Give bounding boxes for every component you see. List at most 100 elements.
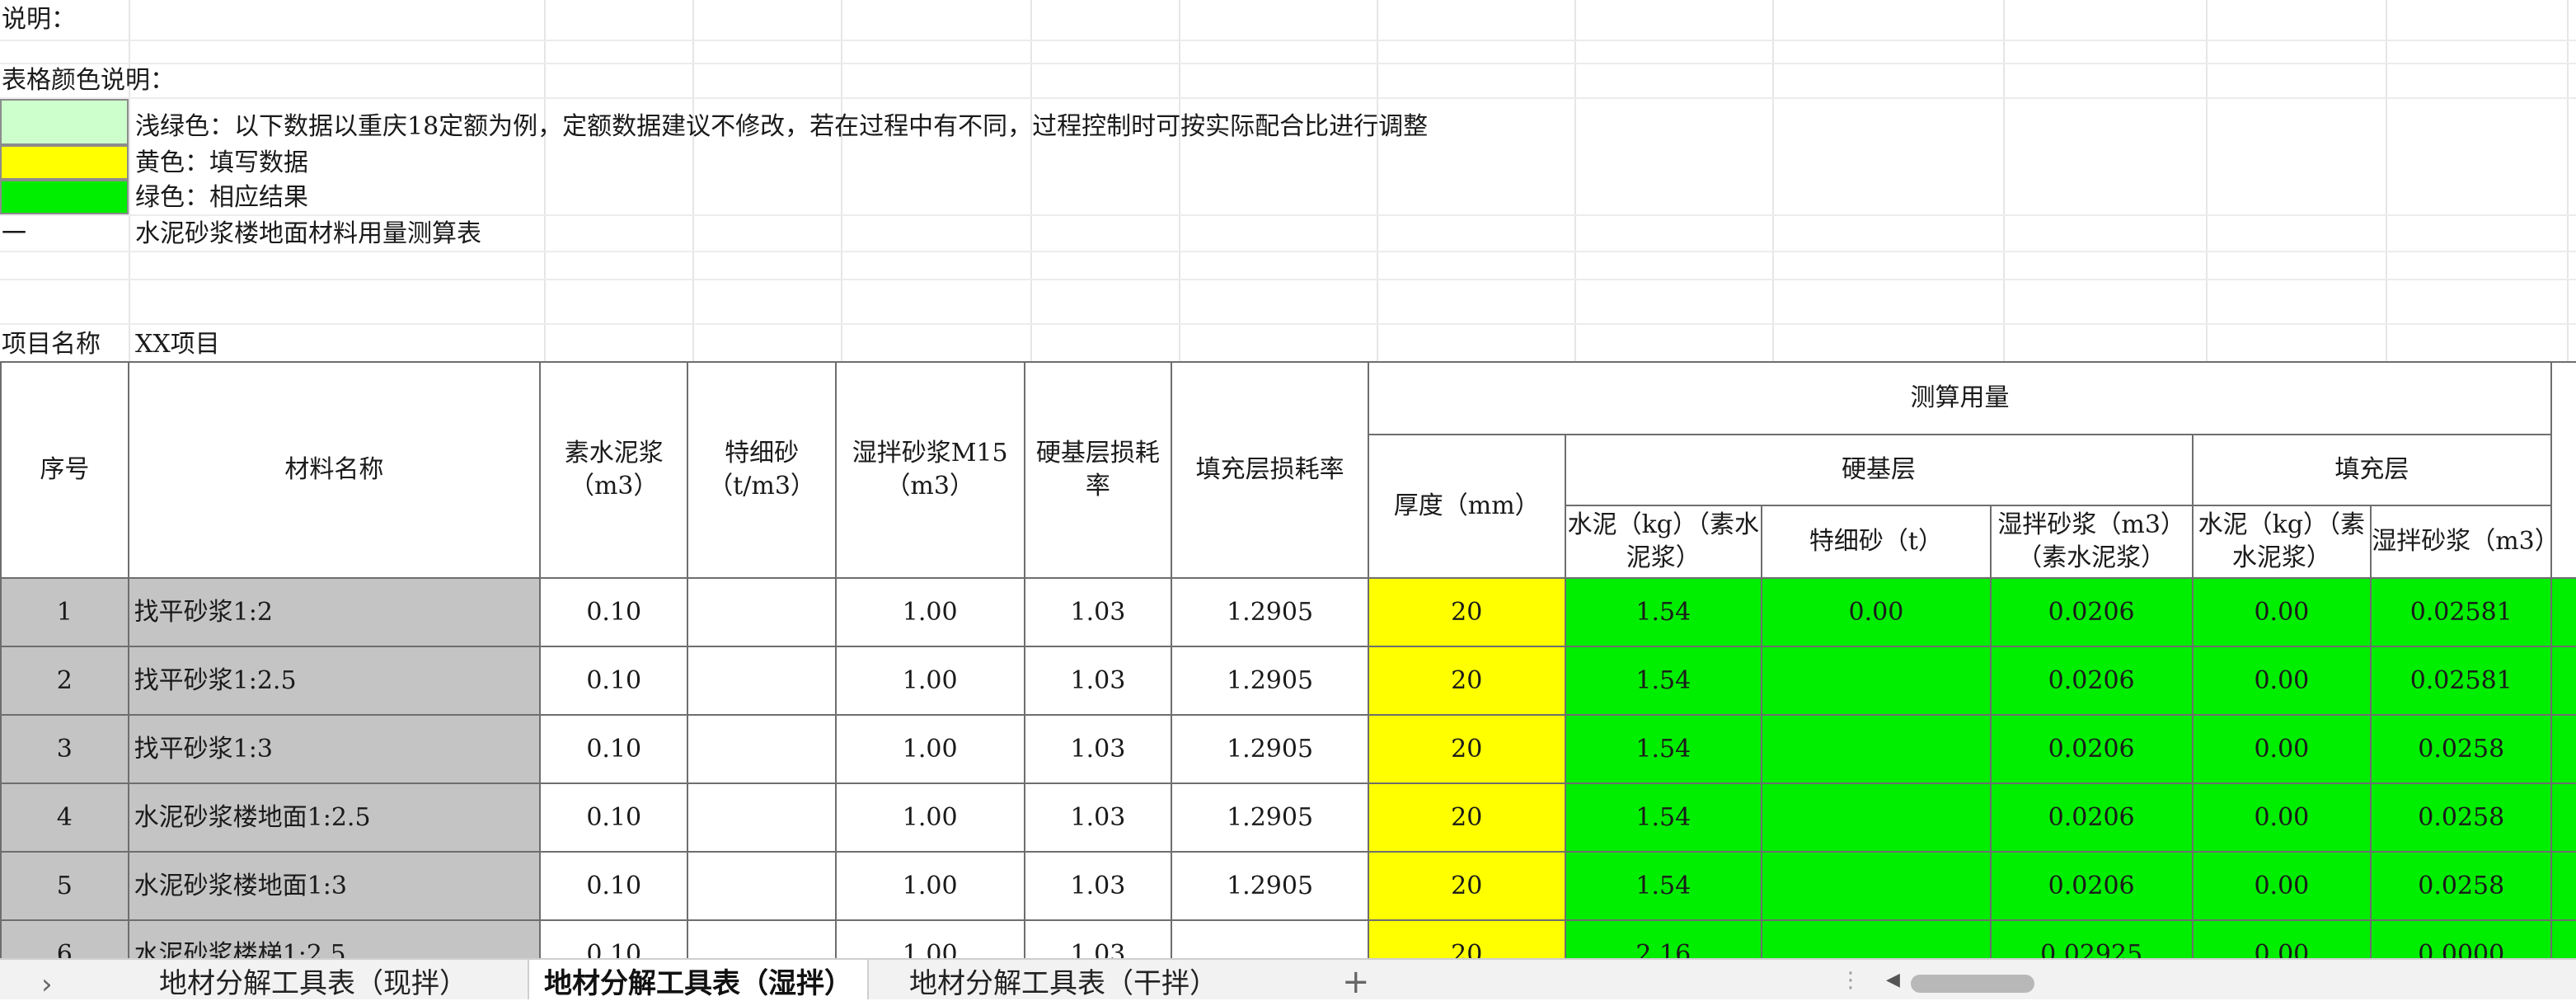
row-hard-sand-result[interactable] bbox=[1761, 851, 1992, 921]
row-plain-cement[interactable]: 0.10 bbox=[539, 577, 689, 647]
row-material-name[interactable]: 水泥砂浆楼地面1:2.5 bbox=[127, 782, 542, 853]
row-fill-loss[interactable]: 1.2905 bbox=[1171, 714, 1369, 784]
row-hard-sand-result[interactable] bbox=[1761, 646, 1992, 716]
row-thickness-input[interactable]: 20 bbox=[1367, 851, 1566, 921]
row-hard-cement-result[interactable]: 1.54 bbox=[1564, 782, 1763, 853]
legend-swatch-yellow bbox=[0, 145, 129, 180]
header-fine-sand[interactable]: 特细砂（t/m3） bbox=[687, 361, 837, 579]
row-hard-loss[interactable]: 1.03 bbox=[1023, 714, 1173, 784]
header-hard-group[interactable]: 硬基层 bbox=[1564, 434, 2194, 506]
row-plain-cement[interactable]: 0.10 bbox=[539, 646, 689, 716]
row-plain-cement[interactable]: 0.10 bbox=[539, 782, 689, 853]
header-material-name[interactable]: 材料名称 bbox=[127, 361, 542, 579]
sheet-tab-site-mix[interactable]: 地材分解工具表（现拌） bbox=[140, 960, 486, 999]
row-overflow-cell[interactable] bbox=[2550, 851, 2576, 921]
row-hard-cement-result[interactable]: 1.54 bbox=[1564, 714, 1763, 784]
row-hard-loss[interactable]: 1.03 bbox=[1023, 577, 1173, 647]
row-hard-sand-result[interactable] bbox=[1761, 782, 1992, 853]
row-hard-mortar-result[interactable]: 0.0206 bbox=[1989, 782, 2194, 853]
row-hard-mortar-result[interactable]: 0.0206 bbox=[1989, 577, 2194, 647]
row-fine-sand[interactable] bbox=[687, 577, 837, 647]
row-seq[interactable]: 1 bbox=[0, 577, 129, 647]
header-hard-sand[interactable]: 特细砂（t） bbox=[1761, 505, 1992, 579]
vertical-dots-icon[interactable]: ⋮ bbox=[1840, 968, 1861, 993]
row-fill-cement-result[interactable]: 0.00 bbox=[2191, 782, 2372, 853]
row-wet-mortar[interactable]: 1.00 bbox=[834, 851, 1025, 921]
row-material-name[interactable]: 找平砂浆1:3 bbox=[127, 714, 542, 784]
gridline bbox=[841, 0, 842, 361]
header-calc-group[interactable]: 测算用量 bbox=[1367, 361, 2553, 435]
row-seq[interactable]: 5 bbox=[0, 851, 129, 921]
scroll-left-icon[interactable]: ◀ bbox=[1886, 970, 1900, 990]
row-fill-mortar-result[interactable]: 0.02581 bbox=[2370, 577, 2553, 647]
row-fill-loss[interactable]: 1.2905 bbox=[1171, 577, 1369, 647]
row-hard-loss[interactable]: 1.03 bbox=[1023, 782, 1173, 853]
row-fill-loss[interactable]: 1.2905 bbox=[1171, 646, 1369, 716]
row-wet-mortar[interactable]: 1.00 bbox=[834, 577, 1025, 647]
chevron-right-icon[interactable]: › bbox=[41, 968, 53, 1001]
row-hard-mortar-result[interactable]: 0.0206 bbox=[1989, 714, 2194, 784]
row-hard-cement-result[interactable]: 1.54 bbox=[1564, 577, 1763, 647]
row-hard-loss[interactable]: 1.03 bbox=[1023, 646, 1173, 716]
header-fill-mortar[interactable]: 湿拌砂浆（m3） bbox=[2370, 505, 2553, 579]
sheet-tab-dry-mix[interactable]: 地材分解工具表（干拌） bbox=[890, 960, 1236, 999]
row-fill-mortar-result[interactable]: 0.02581 bbox=[2370, 646, 2553, 716]
row-fill-cement-result[interactable]: 0.00 bbox=[2191, 851, 2372, 921]
legend-light-green-text: 浅绿色：以下数据以重庆18定额为例，定额数据建议不修改，若在过程中有不同，过程控… bbox=[135, 112, 1429, 141]
gridline bbox=[0, 214, 2576, 216]
horizontal-scrollbar-thumb[interactable] bbox=[1911, 975, 2034, 993]
header-plain-cement[interactable]: 素水泥浆（m3） bbox=[539, 361, 689, 579]
row-fill-cement-result[interactable]: 0.00 bbox=[2191, 714, 2372, 784]
sheet-tab-wet-mix[interactable]: 地材分解工具表（湿拌） bbox=[528, 960, 869, 999]
row-fill-cement-result[interactable]: 0.00 bbox=[2191, 577, 2372, 647]
header-seq[interactable]: 序号 bbox=[0, 361, 129, 579]
row-thickness-input[interactable]: 20 bbox=[1367, 646, 1566, 716]
row-hard-sand-result[interactable] bbox=[1761, 714, 1992, 784]
header-fill-cement[interactable]: 水泥（kg）（素水泥浆） bbox=[2191, 505, 2372, 579]
row-fine-sand[interactable] bbox=[687, 851, 837, 921]
row-hard-cement-result[interactable]: 1.54 bbox=[1564, 851, 1763, 921]
row-hard-cement-result[interactable]: 1.54 bbox=[1564, 646, 1763, 716]
row-fine-sand[interactable] bbox=[687, 646, 837, 716]
row-thickness-input[interactable]: 20 bbox=[1367, 782, 1566, 853]
header-fill-group[interactable]: 填充层 bbox=[2191, 434, 2553, 506]
row-fill-mortar-result[interactable]: 0.0258 bbox=[2370, 714, 2553, 784]
row-wet-mortar[interactable]: 1.00 bbox=[834, 646, 1025, 716]
row-seq[interactable]: 3 bbox=[0, 714, 129, 784]
row-overflow-cell[interactable] bbox=[2550, 714, 2576, 784]
row-wet-mortar[interactable]: 1.00 bbox=[834, 782, 1025, 853]
row-material-name[interactable]: 找平砂浆1:2 bbox=[127, 577, 542, 647]
header-fill-loss[interactable]: 填充层损耗率 bbox=[1171, 361, 1369, 579]
row-overflow-cell[interactable] bbox=[2550, 782, 2576, 853]
row-fill-loss[interactable]: 1.2905 bbox=[1171, 851, 1369, 921]
row-fill-mortar-result[interactable]: 0.0258 bbox=[2370, 782, 2553, 853]
row-plain-cement[interactable]: 0.10 bbox=[539, 851, 689, 921]
row-wet-mortar[interactable]: 1.00 bbox=[834, 714, 1025, 784]
row-plain-cement[interactable]: 0.10 bbox=[539, 714, 689, 784]
header-hard-mortar[interactable]: 湿拌砂浆（m3）（素水泥浆） bbox=[1989, 505, 2194, 579]
row-material-name[interactable]: 水泥砂浆楼地面1:3 bbox=[127, 851, 542, 921]
row-seq[interactable]: 4 bbox=[0, 782, 129, 853]
row-thickness-input[interactable]: 20 bbox=[1367, 577, 1566, 647]
project-name-value[interactable]: XX项目 bbox=[135, 328, 220, 361]
header-overflow-cell[interactable] bbox=[2550, 361, 2576, 579]
row-fine-sand[interactable] bbox=[687, 714, 837, 784]
row-material-name[interactable]: 找平砂浆1:2.5 bbox=[127, 646, 542, 716]
header-hard-cement[interactable]: 水泥（kg）（素水泥浆） bbox=[1564, 505, 1763, 579]
row-hard-sand-result[interactable]: 0.00 bbox=[1761, 577, 1992, 647]
header-thickness[interactable]: 厚度（mm） bbox=[1367, 434, 1566, 579]
row-fine-sand[interactable] bbox=[687, 782, 837, 853]
header-wet-mortar[interactable]: 湿拌砂浆M15（m3） bbox=[834, 361, 1025, 579]
header-hard-loss[interactable]: 硬基层损耗率 bbox=[1023, 361, 1173, 579]
plus-icon[interactable]: + bbox=[1342, 963, 1370, 1001]
row-overflow-cell[interactable] bbox=[2550, 646, 2576, 716]
row-seq[interactable]: 2 bbox=[0, 646, 129, 716]
row-hard-mortar-result[interactable]: 0.0206 bbox=[1989, 851, 2194, 921]
row-overflow-cell[interactable] bbox=[2550, 577, 2576, 647]
row-hard-loss[interactable]: 1.03 bbox=[1023, 851, 1173, 921]
row-thickness-input[interactable]: 20 bbox=[1367, 714, 1566, 784]
row-fill-mortar-result[interactable]: 0.0258 bbox=[2370, 851, 2553, 921]
row-hard-mortar-result[interactable]: 0.0206 bbox=[1989, 646, 2194, 716]
row-fill-loss[interactable]: 1.2905 bbox=[1171, 782, 1369, 853]
row-fill-cement-result[interactable]: 0.00 bbox=[2191, 646, 2372, 716]
